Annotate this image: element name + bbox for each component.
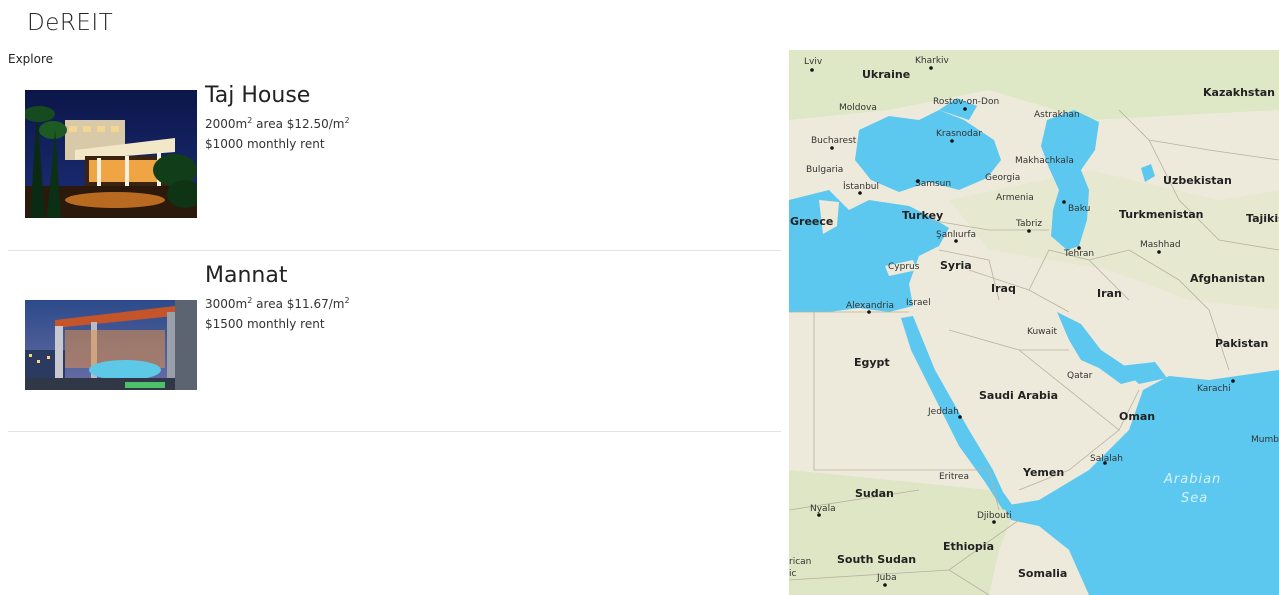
map-label-turkmenistan: Turkmenistan [1119,208,1203,221]
listing-card-taj-house[interactable]: Taj House 2000m2 area $12.50/m2 $1000 mo… [8,70,781,251]
map-canvas[interactable]: Ukraine Kazakhstan Uzbekistan Turkey Tur… [789,50,1279,595]
listing-rent: $1000 monthly rent [205,137,325,151]
map-label-astrakhan: Astrakhan [1034,110,1080,120]
map-label-greece: Greece [790,215,833,228]
map-label-tajikistan: Tajikis [1246,212,1279,225]
map-label-rican: rican [789,557,811,567]
map-label-lviv: Lviv [804,57,823,67]
map-label-saudi-arabia: Saudi Arabia [979,389,1058,402]
map-label-istanbul: İstanbul [843,181,879,192]
map-label-jeddah: Jeddah [927,407,959,417]
map-label-uzbekistan: Uzbekistan [1163,174,1232,187]
listing-rent: $1500 monthly rent [205,317,325,331]
map-label-yemen: Yemen [1022,466,1064,479]
map-label-nyala: Nyala [810,504,836,514]
listing-info: Taj House 2000m2 area $12.50/m2 $1000 mo… [205,82,350,152]
listing-area-price: 2000m2 area $12.50/m2 [205,116,350,131]
map-label-djibouti: Djibouti [977,511,1012,521]
map-label-cyprus: Cyprus [888,262,920,272]
map-label-tehran: Tehran [1063,249,1094,259]
listing-title[interactable]: Taj House [205,82,350,110]
map-label-pakistan: Pakistan [1215,337,1268,350]
map-label-sudan: Sudan [855,487,894,500]
map-label-qatar: Qatar [1067,371,1093,381]
map-label-samsun: Samsun [915,179,951,189]
listing-area-price: 3000m2 area $11.67/m2 [205,296,350,311]
explore-heading: Explore [8,52,54,66]
listing-photo-mannat[interactable] [25,300,197,390]
map-label-iran: Iran [1097,287,1122,300]
map-label-south-sudan: South Sudan [837,553,916,566]
brand-logo[interactable]: DeREIT [27,10,113,36]
map-label-alexandria: Alexandria [846,301,894,311]
map-label-israel: Israel [906,298,931,308]
map-label-bulgaria: Bulgaria [806,165,843,175]
listing-card-mannat[interactable]: Mannat 3000m2 area $11.67/m2 $1500 month… [8,251,781,432]
map-label-kharkiv: Kharkiv [915,56,950,66]
map-label-sanliurfa: Şanlıurfa [936,230,976,240]
map-label-baku: Baku [1068,204,1090,214]
map-label-afghanistan: Afghanistan [1190,272,1265,285]
map-label-mumbai: Mumb [1251,435,1279,445]
listing-photo-taj-house[interactable] [25,90,197,218]
map-label-ethiopia: Ethiopia [943,540,994,553]
listing-price: $11.67/m [286,297,345,311]
map-label-kazakhstan: Kazakhstan [1203,86,1275,99]
map-label-iraq: Iraq [991,282,1016,295]
map-label-turkey: Turkey [902,209,943,222]
map-label-arabian-sea-2: Sea [1181,491,1208,506]
map-label-karachi: Karachi [1197,384,1231,394]
map-label-bucharest: Bucharest [811,136,857,146]
map-label-oman: Oman [1119,410,1155,423]
map-label-krasnodar: Krasnodar [936,129,982,139]
map-label-juba: Juba [876,573,897,583]
map-label-syria: Syria [940,259,972,272]
map-label-armenia: Armenia [996,193,1034,203]
map-label-kuwait: Kuwait [1027,327,1058,337]
map-label-mashhad: Mashhad [1140,240,1181,250]
listing-area: 2000 [205,117,236,131]
map-label-arabian-sea: Arabian [1163,472,1221,487]
map-label-somalia: Somalia [1018,567,1067,580]
map-label-ic: ic [789,569,797,579]
listing-price: $12.50/m [286,117,345,131]
listing-list: Taj House 2000m2 area $12.50/m2 $1000 mo… [8,70,781,432]
map-label-moldova: Moldova [839,103,877,113]
map-label-rostov: Rostov-on-Don [933,97,999,107]
map-label-tabriz: Tabriz [1015,219,1042,229]
listing-title[interactable]: Mannat [205,262,350,290]
map-label-georgia: Georgia [985,173,1020,183]
map-label-makhachkala: Makhachkala [1015,156,1074,166]
map-label-eritrea: Eritrea [939,472,969,482]
listing-area: 3000 [205,297,236,311]
map-label-ukraine: Ukraine [862,68,910,81]
map-view[interactable]: Ukraine Kazakhstan Uzbekistan Turkey Tur… [789,50,1279,595]
listing-info: Mannat 3000m2 area $11.67/m2 $1500 month… [205,262,350,332]
map-label-egypt: Egypt [854,356,890,369]
